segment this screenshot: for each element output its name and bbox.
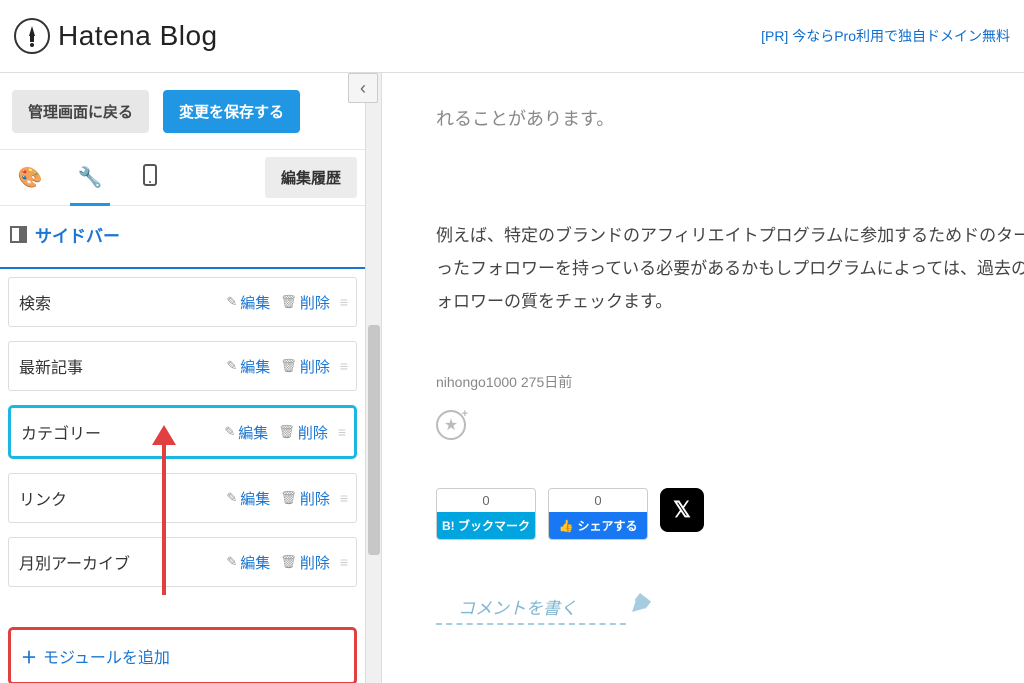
drag-handle-icon[interactable]: ≡	[340, 490, 346, 506]
trash-icon: 🗑	[278, 424, 295, 440]
article-partial-text: れることがあります。	[436, 105, 1024, 131]
delete-label: 削除	[300, 292, 330, 313]
section-sidebar-header[interactable]: サイドバー	[0, 206, 365, 269]
drag-handle-icon[interactable]: ≡	[338, 424, 344, 440]
plus-icon: +	[462, 408, 468, 420]
pr-link[interactable]: [PR] 今ならPro利用で独自ドメイン無料	[761, 26, 1010, 46]
module-item[interactable]: カテゴリー ✎編集 🗑削除 ≡	[8, 405, 357, 459]
palette-icon: 🎨	[18, 165, 43, 190]
hatena-bookmark-button[interactable]: 0 B! ブックマーク	[436, 488, 536, 540]
top-header: Hatena Blog [PR] 今ならPro利用で独自ドメイン無料	[0, 0, 1024, 73]
preview-panel: れることがあります。 例えば、特定のブランドのアフィリエイトプログラムに参加する…	[366, 73, 1024, 683]
pencil-icon: ✎	[226, 490, 237, 506]
module-edit-link[interactable]: ✎編集	[224, 422, 268, 443]
module-delete-link[interactable]: 🗑削除	[278, 422, 328, 443]
logo[interactable]: Hatena Blog	[14, 18, 218, 54]
smartphone-icon	[143, 164, 157, 192]
edit-label: 編集	[240, 552, 270, 573]
module-edit-link[interactable]: ✎編集	[226, 552, 270, 573]
tab-theme[interactable]: 🎨	[0, 150, 60, 205]
save-button[interactable]: 変更を保存する	[163, 90, 300, 133]
module-item[interactable]: 月別アーカイブ ✎編集 🗑削除 ≡	[8, 537, 357, 587]
drag-handle-icon[interactable]: ≡	[340, 554, 346, 570]
left-panel: 管理画面に戻る 変更を保存する 🎨 🔧 編集履歴 サイドバー 検索✎編集🗑削除≡…	[0, 73, 366, 683]
edit-history-button[interactable]: 編集履歴	[265, 157, 357, 198]
logo-text: Hatena Blog	[58, 20, 218, 52]
delete-label: 削除	[300, 488, 330, 509]
trash-icon: 🗑	[280, 358, 297, 374]
design-tab-row: 🎨 🔧 編集履歴	[0, 150, 365, 206]
chevron-left-icon: ‹	[360, 78, 366, 99]
sidebar-layout-icon	[10, 226, 27, 243]
module-name: 月別アーカイブ	[19, 550, 216, 574]
module-edit-link[interactable]: ✎編集	[226, 488, 270, 509]
share-count: 0	[549, 489, 647, 512]
module-item[interactable]: 最新記事 ✎編集 🗑削除 ≡	[8, 341, 357, 391]
module-name: カテゴリー	[21, 420, 214, 444]
annotation-arrow-line	[162, 440, 166, 595]
module-name: リンク	[19, 486, 216, 510]
comment-label: コメントを書く	[458, 594, 577, 619]
star-icon: ★	[444, 415, 458, 435]
section-title: サイドバー	[35, 222, 120, 247]
article-meta: nihongo1000 275日前	[436, 372, 1024, 392]
action-row: 管理画面に戻る 変更を保存する	[0, 73, 365, 150]
article-author[interactable]: nihongo1000	[436, 374, 517, 390]
delete-label: 削除	[300, 552, 330, 573]
main-area: 管理画面に戻る 変更を保存する 🎨 🔧 編集履歴 サイドバー 検索✎編集🗑削除≡…	[0, 73, 1024, 683]
add-module-label: モジュールを追加	[43, 644, 170, 668]
module-name: 最新記事	[19, 354, 216, 378]
drag-handle-icon[interactable]: ≡	[340, 294, 346, 310]
edit-label: 編集	[240, 356, 270, 377]
hatena-star-button[interactable]: ★ +	[436, 410, 466, 440]
share-label: シェアする	[577, 517, 637, 534]
module-delete-link[interactable]: 🗑削除	[280, 552, 330, 573]
module-name: 検索	[19, 290, 216, 314]
article-age: 275日前	[521, 374, 572, 390]
module-item[interactable]: 検索 ✎編集 🗑削除 ≡	[8, 277, 357, 327]
delete-label: 削除	[298, 422, 328, 443]
pencil-icon: ✎	[226, 294, 237, 310]
edit-label: 編集	[240, 292, 270, 313]
thumbs-up-icon: 👍	[559, 519, 574, 533]
module-item[interactable]: リンク ✎編集 🗑削除 ≡	[8, 473, 357, 523]
trash-icon: 🗑	[280, 554, 297, 570]
share-row: 0 B! ブックマーク 0 👍 シェアする 𝕏	[436, 488, 1024, 540]
module-delete-link[interactable]: 🗑削除	[280, 488, 330, 509]
pencil-icon: ✎	[226, 358, 237, 374]
tab-mobile[interactable]	[120, 150, 180, 205]
module-edit-link[interactable]: ✎編集	[226, 356, 270, 377]
tab-customize[interactable]: 🔧	[60, 150, 120, 205]
add-module-button[interactable]: ＋ モジュールを追加	[8, 627, 357, 683]
bookmark-label: B! ブックマーク	[437, 512, 535, 539]
x-icon: 𝕏	[673, 497, 691, 523]
x-share-button[interactable]: 𝕏	[660, 488, 704, 532]
plus-icon: ＋	[21, 644, 37, 668]
bookmark-count: 0	[437, 489, 535, 512]
article-paragraph: 例えば、特定のブランドのアフィリエイトプログラムに参加するためドのターゲット層に…	[436, 219, 1024, 318]
trash-icon: 🗑	[280, 294, 297, 310]
hatena-logo-icon	[14, 18, 50, 54]
module-delete-link[interactable]: 🗑削除	[280, 292, 330, 313]
wrench-icon: 🔧	[78, 165, 103, 190]
write-comment-link[interactable]: コメントを書く	[436, 594, 626, 625]
delete-label: 削除	[300, 356, 330, 377]
modules-list: 検索✎編集🗑削除≡最新記事✎編集🗑削除≡カテゴリー✎編集🗑削除≡リンク✎編集🗑削…	[0, 269, 365, 609]
edit-label: 編集	[240, 488, 270, 509]
module-delete-link[interactable]: 🗑削除	[280, 356, 330, 377]
back-button[interactable]: 管理画面に戻る	[12, 90, 149, 133]
pencil-icon	[630, 586, 660, 616]
trash-icon: 🗑	[280, 490, 297, 506]
pencil-icon: ✎	[226, 554, 237, 570]
module-edit-link[interactable]: ✎編集	[226, 292, 270, 313]
drag-handle-icon[interactable]: ≡	[340, 358, 346, 374]
facebook-share-button[interactable]: 0 👍 シェアする	[548, 488, 648, 540]
collapse-panel-button[interactable]: ‹	[348, 73, 378, 103]
edit-label: 編集	[238, 422, 268, 443]
pencil-icon: ✎	[224, 424, 235, 440]
